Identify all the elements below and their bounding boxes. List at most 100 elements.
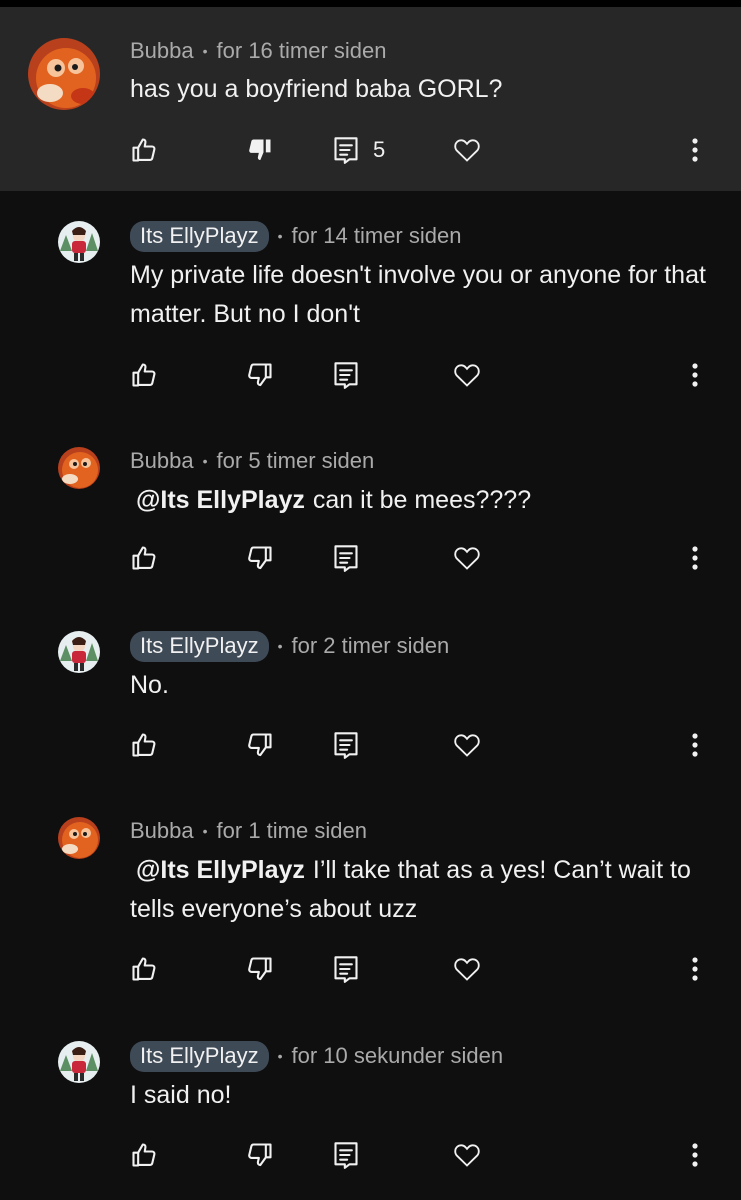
- reply-icon: [334, 137, 358, 164]
- timestamp[interactable]: for 14 timer siden: [292, 223, 462, 249]
- comment-actions: [0, 1135, 741, 1175]
- comment-text-content: can it be mees????: [312, 486, 532, 514]
- heart-icon: [454, 1144, 480, 1167]
- reply-button[interactable]: [333, 355, 359, 395]
- heart-button[interactable]: [453, 355, 481, 395]
- heart-icon: [454, 364, 480, 387]
- timestamp[interactable]: for 2 timer siden: [292, 633, 450, 659]
- separator-dot: •: [202, 823, 208, 839]
- heart-button[interactable]: [453, 949, 481, 989]
- heart-icon: [454, 547, 480, 570]
- comment-text-content: No.: [130, 671, 169, 699]
- thumbs-up-icon: [132, 957, 156, 981]
- more-options-button[interactable]: [684, 725, 706, 765]
- like-button[interactable]: [130, 1135, 158, 1175]
- thumbs-up-icon: [132, 363, 156, 387]
- more-options-button[interactable]: [684, 130, 706, 170]
- comment-meta: Its EllyPlayz • for 14 timer siden: [130, 220, 462, 252]
- heart-button[interactable]: [453, 538, 481, 578]
- timestamp[interactable]: for 10 sekunder siden: [292, 1043, 504, 1069]
- heart-button[interactable]: [453, 130, 481, 170]
- reply-icon: [334, 732, 358, 759]
- dislike-button[interactable]: [246, 130, 274, 170]
- thumbs-down-icon: [248, 363, 272, 387]
- more-options-button[interactable]: [684, 355, 706, 395]
- mention-link[interactable]: @Its EllyPlayz: [136, 856, 305, 884]
- thumbs-down-icon: [248, 733, 272, 757]
- comment-text: My private life doesn't involve you or a…: [130, 256, 710, 334]
- thumbs-down-icon: [248, 546, 272, 570]
- comment-actions: [0, 355, 741, 395]
- comment-text: has you a boyfriend baba GORL?: [130, 70, 710, 109]
- author-name[interactable]: Bubba: [130, 448, 194, 474]
- reply-icon: [334, 956, 358, 983]
- reply-button[interactable]: 5: [333, 130, 385, 170]
- heart-button[interactable]: [453, 1135, 481, 1175]
- reply-button[interactable]: [333, 949, 359, 989]
- timestamp[interactable]: for 16 timer siden: [217, 38, 387, 64]
- more-vert-icon: [692, 957, 698, 981]
- heart-icon: [454, 958, 480, 981]
- like-button[interactable]: [130, 725, 158, 765]
- avatar[interactable]: [58, 221, 100, 263]
- thumbs-down-icon: [248, 1143, 272, 1167]
- separator-dot: •: [202, 453, 208, 469]
- thumbs-up-icon: [132, 138, 156, 162]
- author-name[interactable]: Bubba: [130, 818, 194, 844]
- reply-button[interactable]: [333, 1135, 359, 1175]
- dislike-button[interactable]: [246, 1135, 274, 1175]
- comment-meta: Bubba • for 16 timer siden: [130, 36, 387, 66]
- separator-dot: •: [277, 228, 283, 244]
- reply-button[interactable]: [333, 725, 359, 765]
- creator-badge[interactable]: Its EllyPlayz: [130, 1040, 269, 1072]
- comment-actions: 5: [0, 130, 741, 170]
- creator-badge[interactable]: Its EllyPlayz: [130, 630, 269, 662]
- comment-actions: [0, 725, 741, 765]
- thumbs-up-icon: [132, 733, 156, 757]
- top-edge: [0, 0, 741, 7]
- comment-text: No.: [130, 666, 710, 705]
- comment-text: @Its EllyPlayz can it be mees????: [130, 481, 710, 520]
- avatar[interactable]: [58, 631, 100, 673]
- dislike-button[interactable]: [246, 538, 274, 578]
- like-button[interactable]: [130, 949, 158, 989]
- reply-count[interactable]: 5: [373, 137, 385, 163]
- avatar[interactable]: [58, 1041, 100, 1083]
- separator-dot: •: [202, 43, 208, 59]
- more-vert-icon: [692, 363, 698, 387]
- dislike-button[interactable]: [246, 949, 274, 989]
- like-button[interactable]: [130, 355, 158, 395]
- thumbs-up-icon: [132, 546, 156, 570]
- thumbs-down-icon: [248, 957, 272, 981]
- author-name[interactable]: Bubba: [130, 38, 194, 64]
- avatar[interactable]: [58, 817, 100, 859]
- heart-icon: [454, 734, 480, 757]
- comment-text-content: has you a boyfriend baba GORL?: [130, 75, 503, 103]
- avatar[interactable]: [28, 38, 100, 110]
- comment-text: @Its EllyPlayz I’ll take that as a yes! C…: [130, 851, 710, 929]
- more-options-button[interactable]: [684, 1135, 706, 1175]
- comment-meta: Bubba • for 5 timer siden: [130, 446, 374, 476]
- more-options-button[interactable]: [684, 949, 706, 989]
- comment-meta: Its EllyPlayz • for 10 sekunder siden: [130, 1040, 504, 1072]
- timestamp[interactable]: for 5 timer siden: [217, 448, 375, 474]
- heart-button[interactable]: [453, 725, 481, 765]
- comment-meta: Its EllyPlayz • for 2 timer siden: [130, 630, 450, 662]
- timestamp[interactable]: for 1 time siden: [217, 818, 367, 844]
- comment-text-content: I said no!: [130, 1081, 232, 1109]
- like-button[interactable]: [130, 130, 158, 170]
- dislike-button[interactable]: [246, 355, 274, 395]
- like-button[interactable]: [130, 538, 158, 578]
- avatar[interactable]: [58, 447, 100, 489]
- reply-icon: [334, 545, 358, 572]
- dislike-button[interactable]: [246, 725, 274, 765]
- more-options-button[interactable]: [684, 538, 706, 578]
- comment-actions: [0, 538, 741, 578]
- reply-icon: [334, 362, 358, 389]
- reply-button[interactable]: [333, 538, 359, 578]
- comment-text: I said no!: [130, 1076, 710, 1115]
- comment-text-content: My private life doesn't involve you or a…: [130, 261, 706, 328]
- mention-link[interactable]: @Its EllyPlayz: [136, 486, 305, 514]
- more-vert-icon: [692, 138, 698, 162]
- creator-badge[interactable]: Its EllyPlayz: [130, 220, 269, 252]
